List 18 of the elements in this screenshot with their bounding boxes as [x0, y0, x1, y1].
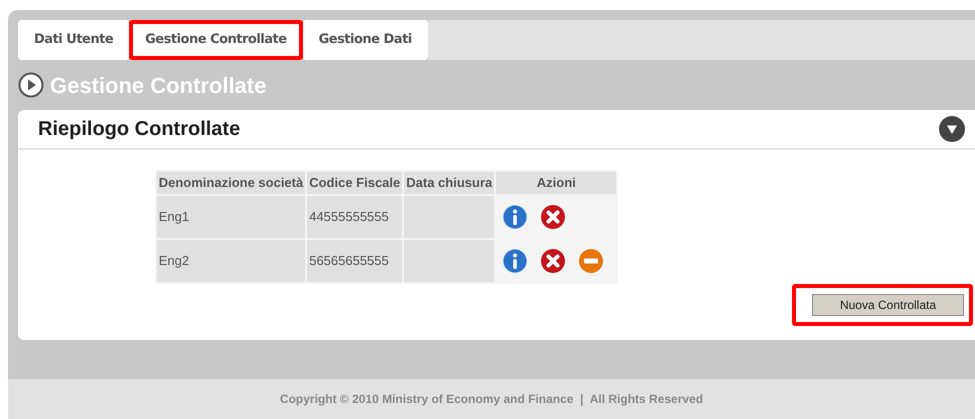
new-subsidiary-button[interactable]: Nuova Controllata — [812, 294, 964, 316]
table-cell: 56565655555 — [307, 240, 402, 282]
column-header: Data chiusura — [404, 172, 494, 194]
minus-icon[interactable] — [578, 248, 604, 274]
column-header: Codice Fiscale — [307, 172, 402, 194]
table-cell: 44555555555 — [307, 196, 402, 238]
table-cell: Eng1 — [156, 196, 306, 238]
panel-title: Riepilogo Controllate — [38, 117, 240, 142]
delete-icon[interactable] — [540, 248, 566, 274]
copyright-text: Copyright © 2010 Ministry of Economy and Finance | All Rights Reserved — [280, 391, 704, 408]
info-icon[interactable] — [502, 204, 528, 230]
column-header: Denominazione società — [156, 172, 306, 194]
table-cell: Eng2 — [156, 240, 306, 282]
column-header: Azioni — [496, 172, 616, 194]
play-icon — [18, 72, 44, 98]
info-icon[interactable] — [502, 248, 528, 274]
delete-icon[interactable] — [540, 204, 566, 230]
collapse-icon[interactable] — [939, 116, 965, 142]
